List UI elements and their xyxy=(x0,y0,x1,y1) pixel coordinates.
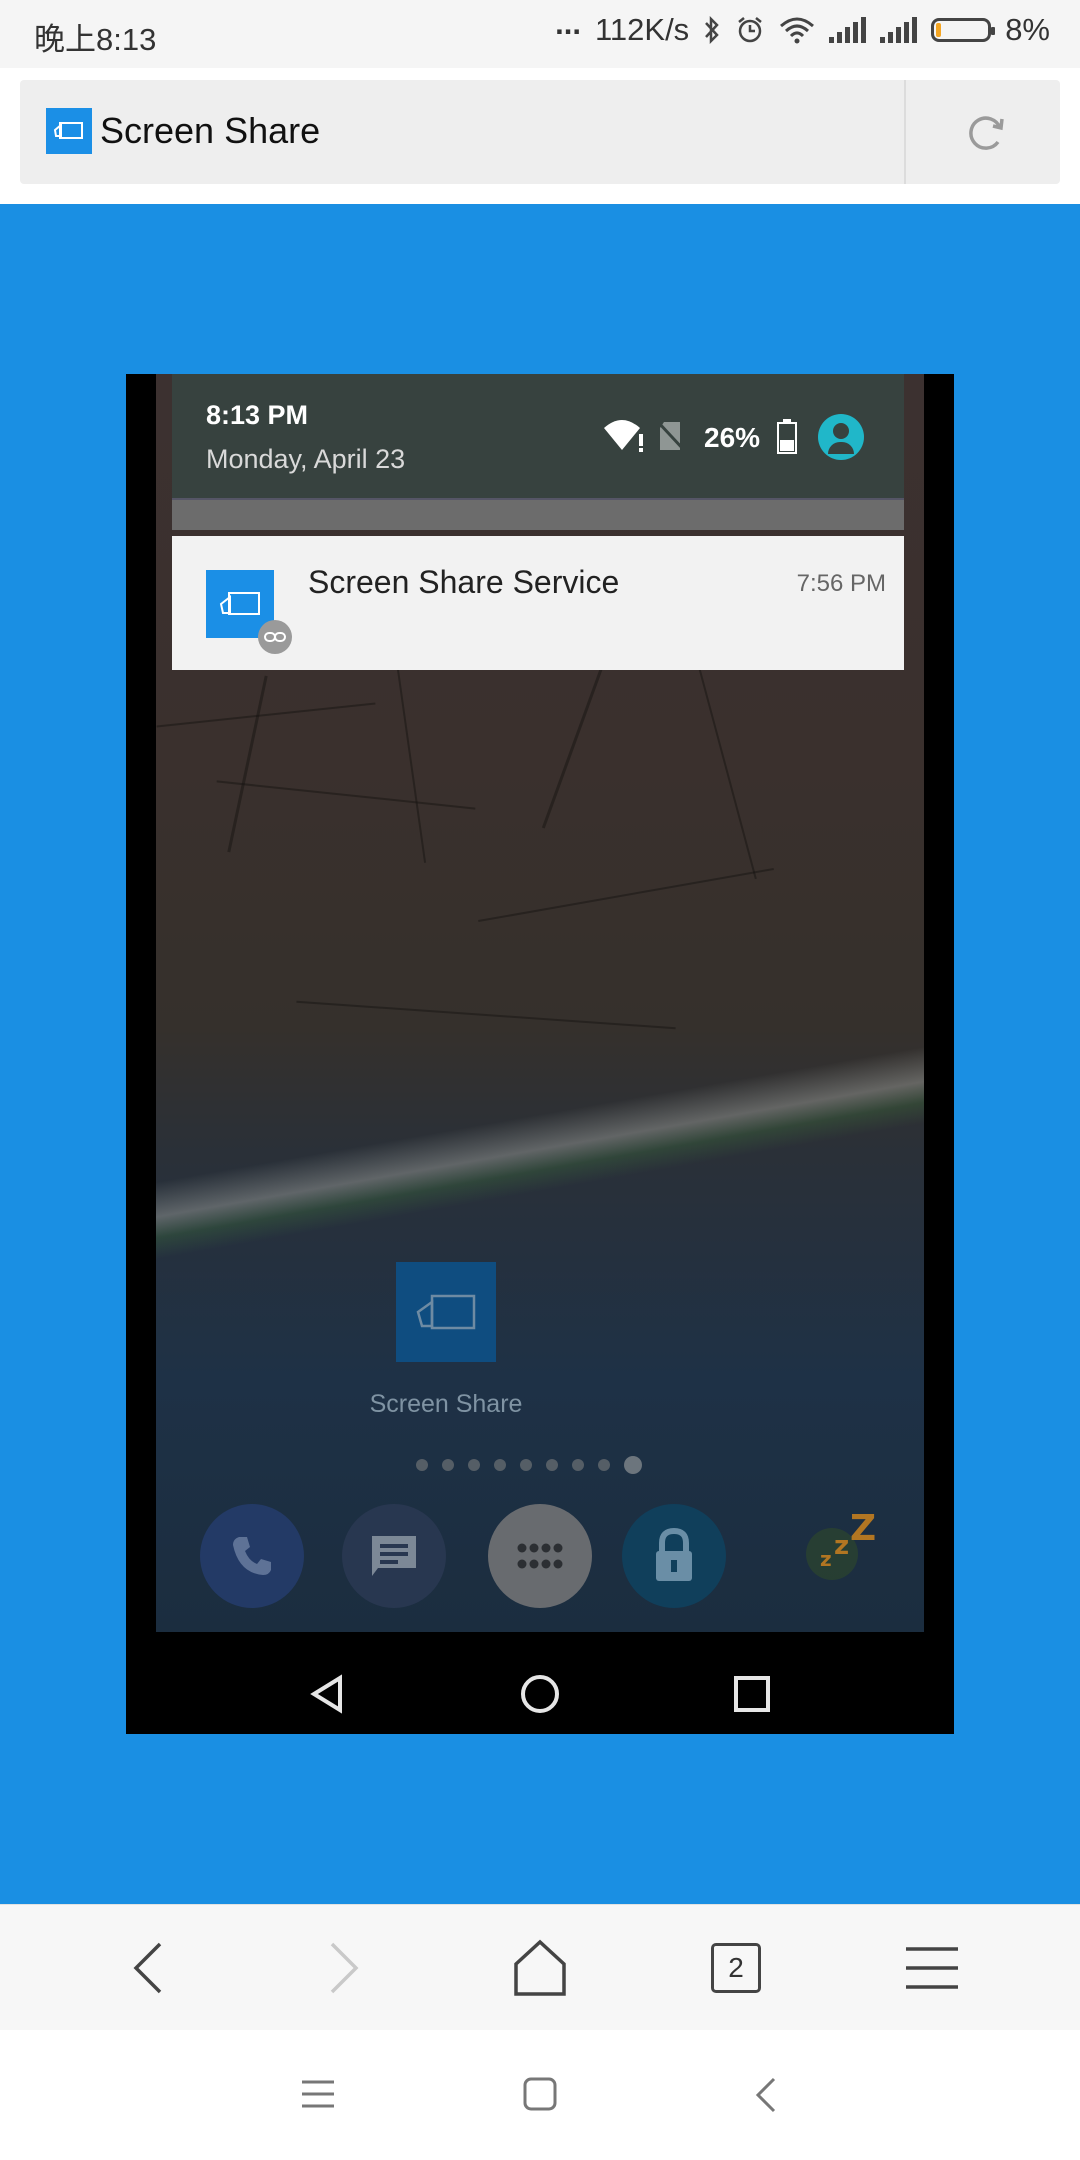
home-icon xyxy=(514,1939,566,1996)
alarm-icon xyxy=(738,17,762,43)
notification-shade[interactable]: 8:13 PM Monday, April 23 26% xyxy=(172,374,904,500)
signal-icon xyxy=(880,17,918,43)
link-icon xyxy=(258,620,292,654)
screen-share-app-icon[interactable] xyxy=(396,1262,496,1362)
notification-title: Screen Share Service xyxy=(308,564,620,600)
browser-toolbar: 2 xyxy=(0,1904,1080,2031)
back-button[interactable] xyxy=(88,1905,208,2031)
recents-icon[interactable] xyxy=(730,1672,774,1716)
menu-button[interactable] xyxy=(872,1905,992,2031)
page-indicator xyxy=(416,1456,642,1474)
svg-text:Z: Z xyxy=(850,1508,876,1549)
tabs-count: 2 xyxy=(711,1943,761,1993)
no-sim-icon xyxy=(656,420,686,452)
page-title: Screen Share xyxy=(100,110,321,151)
shade-date: Monday, April 23 xyxy=(206,444,406,474)
home-icon[interactable] xyxy=(522,2076,558,2112)
remote-screen[interactable]: 8:13 PM Monday, April 23 26% Screen Shar… xyxy=(126,374,954,1734)
back-icon[interactable] xyxy=(752,2076,780,2114)
notification-card[interactable]: Screen Share Service 7:56 PM xyxy=(172,536,904,670)
battery-percent: 8% xyxy=(1005,12,1050,47)
forward-button[interactable] xyxy=(284,1905,404,2031)
divider xyxy=(904,80,906,184)
reload-icon[interactable] xyxy=(960,106,1012,158)
search-widget-strip xyxy=(172,500,904,530)
wifi-icon xyxy=(780,17,815,44)
svg-text:z: z xyxy=(820,1547,832,1571)
sleep-icon[interactable]: z z Z xyxy=(802,1504,886,1588)
user-avatar-icon[interactable] xyxy=(818,414,864,460)
system-navigation-bar xyxy=(0,2030,1080,2160)
app-drawer-icon[interactable] xyxy=(488,1504,592,1608)
bluetooth-icon xyxy=(705,16,719,44)
notification-time: 7:56 PM xyxy=(796,570,886,597)
network-speed: 112K/s xyxy=(594,12,690,47)
back-arrow-icon xyxy=(133,1942,162,1994)
shade-battery-percent: 26% xyxy=(704,422,761,453)
signal-icon xyxy=(829,17,867,43)
screen-share-favicon-icon xyxy=(46,108,92,154)
phone-icon[interactable] xyxy=(200,1504,304,1608)
battery-icon xyxy=(777,419,797,454)
status-icons: ... 112K/s 8% xyxy=(555,6,1050,48)
address-bar[interactable]: Screen Share xyxy=(20,80,1060,184)
status-time: 晚上8:13 xyxy=(34,22,157,57)
svg-text:z: z xyxy=(834,1531,849,1561)
menu-icon xyxy=(906,1947,958,1989)
lock-icon[interactable] xyxy=(622,1504,726,1608)
forward-arrow-icon xyxy=(330,1942,359,1994)
home-button[interactable] xyxy=(480,1905,600,2031)
back-icon[interactable] xyxy=(306,1672,350,1716)
battery-icon xyxy=(931,18,996,42)
wifi-warning-icon xyxy=(604,420,643,452)
status-bar: 晚上8:13 ... 112K/s 8% xyxy=(0,0,1080,68)
app-label: Screen Share xyxy=(369,1390,523,1418)
shade-time: 8:13 PM xyxy=(206,400,309,430)
menu-icon[interactable] xyxy=(300,2078,336,2110)
messages-icon[interactable] xyxy=(342,1504,446,1608)
tabs-button[interactable]: 2 xyxy=(676,1905,796,2031)
more-dots: ... xyxy=(555,6,581,41)
home-icon[interactable] xyxy=(518,1672,562,1716)
